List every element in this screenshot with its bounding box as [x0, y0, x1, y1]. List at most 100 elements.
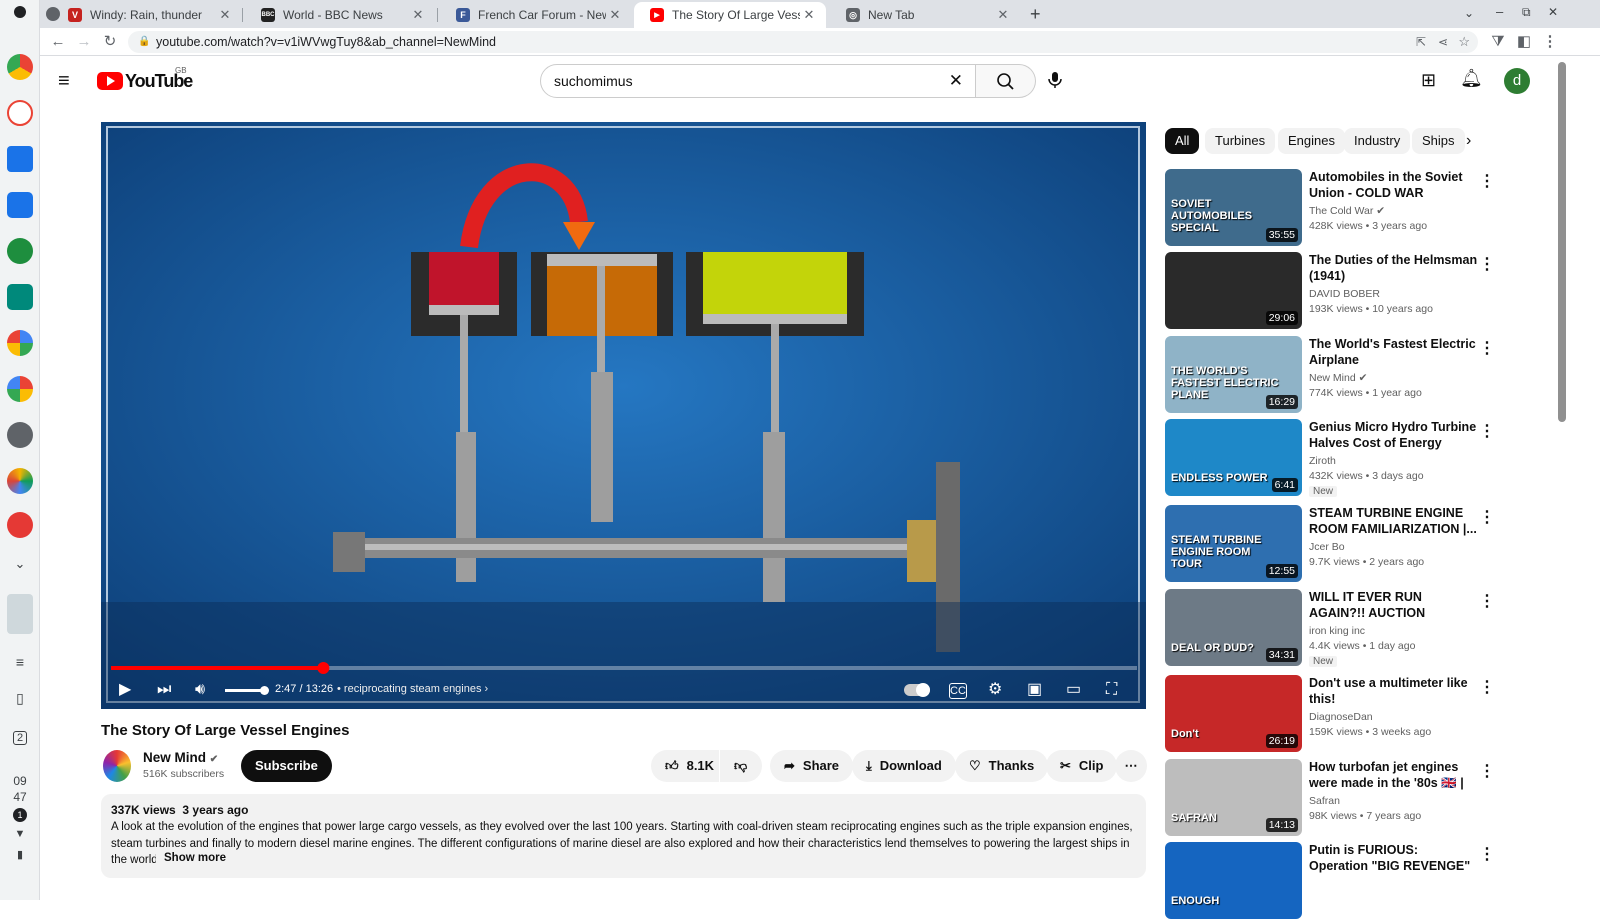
video-thumbnail[interactable]: DEAL OR DUD? 34:31 — [1165, 589, 1302, 666]
video-thumbnail[interactable]: STEAM TURBINE ENGINE ROOM TOUR 12:55 — [1165, 505, 1302, 582]
calendar-icon[interactable] — [7, 146, 33, 172]
back-arrow-icon[interactable]: ← — [48, 32, 68, 52]
recommended-video[interactable]: ENOUGH Putin is FURIOUS: Operation "BIG R… — [1165, 842, 1495, 920]
filter-chip-industry[interactable]: Industry — [1344, 128, 1411, 154]
side-panel-icon[interactable]: ◧ — [1514, 32, 1534, 52]
recommended-video[interactable]: SAFRAN 14:13 How turbofan jet engines were… — [1165, 759, 1495, 837]
close-tab-icon[interactable]: ✕ — [216, 7, 234, 23]
recommended-title[interactable]: Putin is FURIOUS: Operation "BIG REVENGE… — [1309, 842, 1479, 875]
subscribe-button[interactable]: Subscribe — [241, 750, 332, 782]
tab-list-chevron-icon[interactable]: ⌄ — [1464, 6, 1474, 20]
close-tab-icon[interactable]: ✕ — [606, 7, 624, 23]
minimize-icon[interactable]: – — [1496, 4, 1503, 19]
recommended-video[interactable]: THE WORLD'S FASTEST ELECTRIC PLANE 16:29 T… — [1165, 336, 1495, 414]
launcher-icon[interactable] — [14, 6, 26, 18]
settings-gear-icon[interactable]: ⚙ — [988, 680, 1002, 700]
video-thumbnail[interactable]: 29:06 — [1165, 252, 1302, 329]
playlist-icon[interactable]: ≡ — [0, 654, 40, 670]
desk-indicator[interactable]: 2 — [0, 731, 40, 745]
clip-button[interactable]: ✂ Clip — [1046, 750, 1118, 782]
more-options-icon[interactable]: ⋮ — [1479, 338, 1495, 358]
fullscreen-icon[interactable]: ⛶ — [1106, 680, 1117, 700]
play-store-icon[interactable] — [7, 330, 33, 356]
create-video-icon[interactable]: ⊞ — [1421, 70, 1436, 91]
pinwheel-icon[interactable] — [7, 468, 33, 494]
recommended-channel[interactable]: Safran — [1309, 795, 1340, 807]
notification-count[interactable]: 1 — [0, 808, 40, 822]
recommended-title[interactable]: WILL IT EVER RUN AGAIN?!! AUCTION PURCHA… — [1309, 589, 1479, 622]
recommended-channel[interactable]: Ziroth — [1309, 455, 1336, 467]
recommended-channel[interactable]: The Cold War ✔ — [1309, 205, 1385, 217]
filter-chip-engines[interactable]: Engines — [1278, 128, 1345, 154]
forward-arrow-icon[interactable]: → — [74, 32, 94, 52]
voice-search-mic-icon[interactable] — [1046, 70, 1064, 90]
chrome-icon[interactable] — [7, 54, 33, 80]
video-thumbnail[interactable]: ENOUGH — [1165, 842, 1302, 919]
recommended-title[interactable]: How turbofan jet engines were made in th… — [1309, 759, 1479, 792]
recommended-video[interactable]: DEAL OR DUD? 34:31 WILL IT EVER RUN AGAIN?… — [1165, 589, 1495, 667]
dislike-button[interactable]: 👎︎ — [720, 750, 762, 782]
phone-icon[interactable]: ▯ — [0, 690, 40, 707]
holding-space-thumb[interactable] — [7, 594, 33, 634]
photos-icon[interactable] — [7, 376, 33, 402]
like-button[interactable]: 👍︎ 8.1K — [651, 750, 719, 782]
avatar[interactable]: d — [1504, 68, 1530, 94]
more-options-icon[interactable]: ⋮ — [1479, 761, 1495, 781]
recommended-video[interactable]: STEAM TURBINE ENGINE ROOM TOUR 12:55 STEAM… — [1165, 505, 1495, 583]
filter-chip-ships[interactable]: Ships — [1412, 128, 1465, 154]
chips-next-chevron-icon[interactable]: › — [1466, 132, 1471, 150]
hamburger-menu-icon[interactable]: ≡ — [58, 70, 78, 93]
download-button[interactable]: ⤓ Download — [852, 750, 956, 782]
close-tab-icon[interactable]: ✕ — [800, 7, 818, 23]
filter-chip-turbines[interactable]: Turbines — [1205, 128, 1276, 154]
video-thumbnail[interactable]: SOVIET AUTOMOBILES SPECIAL 35:55 — [1165, 169, 1302, 246]
more-options-icon[interactable]: ⋮ — [1479, 254, 1495, 274]
recommended-video[interactable]: SOVIET AUTOMOBILES SPECIAL 35:55 Automobil… — [1165, 169, 1495, 247]
recommended-video[interactable]: Don't 26:19 Don't use a multimeter like th… — [1165, 675, 1495, 753]
autoplay-toggle[interactable] — [904, 683, 930, 697]
extensions-puzzle-icon[interactable]: ⧩ — [1488, 32, 1508, 52]
play-button[interactable]: ▶ — [119, 680, 131, 700]
address-bar[interactable]: 🔒 youtube.com/watch?v=v1iWVwgTuy8&ab_cha… — [128, 31, 1478, 53]
channel-avatar[interactable] — [103, 750, 131, 782]
more-options-icon[interactable]: ⋮ — [1479, 591, 1495, 611]
recommended-channel[interactable]: New Mind ✔ — [1309, 372, 1367, 384]
recommended-title[interactable]: Genius Micro Hydro Turbine Halves Cost o… — [1309, 419, 1479, 451]
clock-minute[interactable]: 47 — [0, 790, 40, 804]
recommended-channel[interactable]: Jcer Bo — [1309, 541, 1345, 553]
recommended-channel[interactable]: DiagnoseDan — [1309, 711, 1373, 723]
next-video-icon[interactable]: ⏭︎ — [157, 680, 171, 700]
search-button[interactable] — [976, 64, 1036, 98]
recommended-video[interactable]: ENDLESS POWER 6:41 Genius Micro Hydro Turb… — [1165, 419, 1495, 497]
settings-icon[interactable] — [7, 422, 33, 448]
theater-mode-icon[interactable]: ▭ — [1066, 680, 1081, 700]
files-icon[interactable] — [7, 192, 33, 218]
more-options-icon[interactable]: ⋮ — [1479, 171, 1495, 191]
youtube-logo[interactable]: YouTube GB — [97, 66, 193, 92]
recommended-title[interactable]: The Duties of the Helmsman (1941) — [1309, 252, 1479, 284]
recommended-channel[interactable]: DAVID BOBER — [1309, 288, 1380, 300]
search-input[interactable]: suchomimus ✕ — [540, 64, 976, 98]
share-button[interactable]: ➦ Share — [770, 750, 854, 782]
reload-icon[interactable]: ↻ — [100, 32, 120, 52]
chrome-menu-icon[interactable]: ⋮ — [1540, 32, 1560, 52]
video-thumbnail[interactable]: THE WORLD'S FASTEST ELECTRIC PLANE 16:29 — [1165, 336, 1302, 413]
more-actions-button[interactable]: ⋯ — [1115, 750, 1147, 782]
clear-search-icon[interactable]: ✕ — [949, 65, 963, 97]
miniplayer-icon[interactable]: ▣ — [1027, 680, 1042, 700]
volume-icon[interactable]: 🔊︎ — [195, 680, 205, 700]
video-thumbnail[interactable]: SAFRAN 14:13 — [1165, 759, 1302, 836]
video-thumbnail[interactable]: ENDLESS POWER 6:41 — [1165, 419, 1302, 496]
more-options-icon[interactable]: ⋮ — [1479, 421, 1495, 441]
chapter-title[interactable]: • reciprocating steam engines › — [337, 683, 488, 695]
tab-windy[interactable]: V Windy: Rain, thunder ✕ — [52, 2, 242, 28]
open-in-app-icon[interactable]: ⇱ — [1416, 31, 1426, 53]
tab-new-tab[interactable]: ◎ New Tab ✕ — [830, 2, 1020, 28]
share-icon[interactable]: ⋖ — [1438, 31, 1448, 53]
show-more-link[interactable]: Show more — [156, 852, 226, 864]
recommended-video[interactable]: 29:06 The Duties of the Helmsman (1941) DA… — [1165, 252, 1495, 330]
more-options-icon[interactable]: ⋮ — [1479, 844, 1495, 864]
recommended-title[interactable]: Don't use a multimeter like this! — [1309, 675, 1479, 707]
restore-icon[interactable]: ⧉ — [1522, 5, 1531, 20]
video-thumbnail[interactable]: Don't 26:19 — [1165, 675, 1302, 752]
